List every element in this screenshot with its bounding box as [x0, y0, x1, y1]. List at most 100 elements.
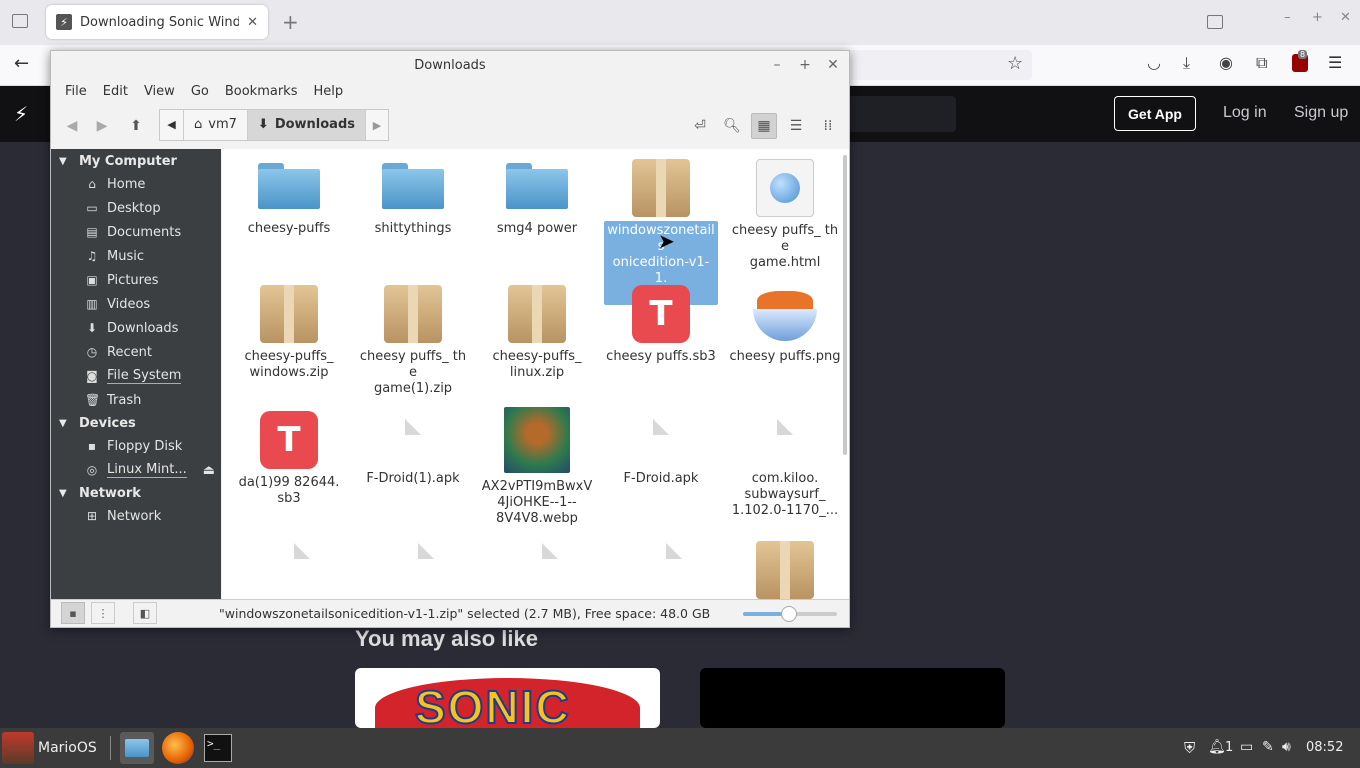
file-item[interactable]: F-Droid(1).apk — [354, 409, 472, 489]
toggle-sidebar-icon[interactable]: ◧ — [133, 602, 157, 624]
forward-icon[interactable]: ▶ — [89, 113, 115, 139]
breadcrumb-next-icon[interactable]: ▶ — [366, 119, 388, 132]
site-search[interactable] — [848, 96, 956, 132]
show-tree-icon[interactable]: ⋮ — [91, 602, 115, 624]
sidebar-section-network[interactable]: ▼ Network — [51, 482, 221, 504]
search-icon[interactable]: 🔍︎ — [719, 113, 745, 139]
file-item[interactable]: cheesy-puffs — [230, 149, 348, 239]
zoom-slider-handle[interactable] — [781, 606, 797, 622]
list-view-icon[interactable]: ☰ — [783, 113, 809, 139]
generic-file-icon[interactable] — [418, 543, 434, 559]
firefox-launcher-icon[interactable] — [162, 732, 194, 764]
menu-edit[interactable]: Edit — [95, 81, 136, 103]
file-item[interactable]: T cheesy puffs.sb3 — [602, 283, 720, 367]
tab-overview-icon[interactable] — [1207, 15, 1223, 29]
log-in-link[interactable]: Log in — [1223, 104, 1267, 122]
pen-icon[interactable]: ✎ — [1262, 739, 1274, 755]
app-menu-icon[interactable]: ☰ — [1328, 53, 1342, 72]
fm-close-icon[interactable]: ✕ — [823, 55, 843, 75]
notifications-icon[interactable]: 🔔︎ — [1208, 739, 1226, 755]
archive-icon[interactable] — [756, 541, 814, 599]
sidebar-item-music[interactable]: ♫ Music — [51, 244, 221, 268]
get-app-button[interactable]: Get App — [1114, 96, 1196, 131]
breadcrumb-current[interactable]: ⬇ Downloads — [247, 110, 367, 140]
minimize-icon[interactable]: – — [1284, 10, 1291, 25]
sidebar-item-home[interactable]: ⌂ Home — [51, 172, 221, 196]
file-name: com.kiloo. subwaysurf_ 1.102.0-1170_... — [731, 471, 839, 518]
sidebar-item-linux-mint[interactable]: ◎ Linux Mint... ⏏ — [51, 458, 221, 482]
downloads-icon[interactable]: ⤓ — [1183, 53, 1190, 73]
menu-go[interactable]: Go — [183, 81, 217, 103]
menu-bookmarks[interactable]: Bookmarks — [217, 81, 306, 103]
sidebar-item-network[interactable]: ⊞ Network — [51, 504, 221, 528]
site-logo[interactable]: ⚡ — [14, 102, 28, 126]
display-icon[interactable]: ▭ — [1240, 739, 1253, 755]
tab-list-icon[interactable] — [12, 14, 28, 28]
terminal-launcher-icon[interactable]: >_ — [204, 734, 232, 762]
icon-view-icon[interactable]: ▦ — [751, 113, 777, 139]
generic-file-icon[interactable] — [542, 543, 558, 559]
file-item[interactable]: smg4 power — [478, 149, 596, 239]
close-icon[interactable]: ✕ — [1340, 10, 1351, 25]
eject-icon[interactable]: ⏏ — [203, 463, 215, 478]
browser-tab[interactable]: ⚡ Downloading Sonic Window ✕ — [46, 5, 268, 39]
extensions-icon[interactable]: ⧉ — [1256, 53, 1267, 73]
generic-file-icon[interactable] — [666, 543, 682, 559]
pocket-icon[interactable]: ◡ — [1147, 53, 1161, 72]
up-icon[interactable]: ⬆ — [123, 113, 149, 139]
sidebar-item-desktop[interactable]: ▭ Desktop — [51, 196, 221, 220]
clock[interactable]: 08:52 — [1306, 740, 1343, 755]
file-item[interactable]: cheesy puffs_ the game(1).zip — [354, 283, 472, 399]
file-item[interactable]: T da(1)99 82644. sb3 — [230, 409, 348, 509]
shield-icon[interactable]: ⛨ — [1184, 739, 1195, 757]
sidebar-item-label: Music — [107, 248, 144, 264]
file-item[interactable]: cheesy-puffs_ linux.zip — [478, 283, 596, 383]
file-item[interactable]: F-Droid.apk — [602, 409, 720, 489]
file-item[interactable]: cheesy puffs_ the game.html — [726, 157, 844, 273]
sidebar-item-file-system[interactable]: ◙ File System — [51, 364, 221, 388]
compact-view-icon[interactable]: ⁞⁞ — [815, 113, 841, 139]
sidebar-item-recent[interactable]: ◷ Recent — [51, 340, 221, 364]
generic-file-icon[interactable] — [294, 543, 310, 559]
sidebar-section-label: My Computer — [79, 153, 177, 169]
menu-help[interactable]: Help — [305, 81, 351, 103]
file-item[interactable]: cheesy-puffs_ windows.zip — [230, 283, 348, 383]
new-tab-button[interactable]: + — [282, 10, 299, 34]
file-item[interactable]: cheesy puffs.png — [726, 283, 844, 367]
sidebar-section-devices[interactable]: ▼ Devices — [51, 412, 221, 434]
account-icon[interactable]: ◉ — [1219, 53, 1233, 72]
volume-icon[interactable]: 🔊︎ — [1282, 739, 1291, 755]
maximize-icon[interactable]: + — [1312, 10, 1323, 25]
breadcrumb-home[interactable]: ⌂ vm7 — [184, 110, 248, 140]
fm-minimize-icon[interactable]: – — [767, 55, 787, 75]
zoom-slider[interactable] — [743, 606, 837, 622]
close-tab-icon[interactable]: ✕ — [247, 15, 258, 30]
file-manager-launcher-icon[interactable] — [120, 732, 154, 764]
bookmark-star-icon[interactable]: ☆ — [1007, 53, 1023, 74]
url-bar[interactable] — [842, 50, 1032, 80]
taskbar: MarioOS >_ ⛨ 🔔︎ 1 ▭ ✎ 🔊︎ 08:52 — [0, 728, 1360, 768]
game-card-sonic[interactable]: SONIC — [355, 668, 660, 728]
fm-maximize-icon[interactable]: + — [795, 55, 815, 75]
back-icon[interactable]: ◀ — [59, 113, 85, 139]
scrollbar-thumb[interactable] — [843, 155, 847, 455]
sidebar-item-trash[interactable]: 🗑︎ Trash — [51, 388, 221, 412]
file-item[interactable]: AX2vPTI9mBwxV 4JiOHKE--1-- 8V4V8.webp — [478, 407, 596, 529]
file-item[interactable]: com.kiloo. subwaysurf_ 1.102.0-1170_... — [726, 409, 844, 521]
sidebar-section-my-computer[interactable]: ▼ My Computer — [51, 150, 221, 172]
game-card-dark[interactable] — [700, 668, 1005, 728]
sign-up-link[interactable]: Sign up — [1294, 104, 1348, 122]
menu-view[interactable]: View — [136, 81, 183, 103]
back-arrow-icon[interactable]: ← — [14, 53, 29, 74]
sidebar-item-pictures[interactable]: ▣ Pictures — [51, 268, 221, 292]
sidebar-item-downloads[interactable]: ⬇ Downloads — [51, 316, 221, 340]
show-places-icon[interactable]: ▪ — [61, 602, 85, 624]
toggle-location-icon[interactable]: ⏎ — [687, 113, 713, 139]
menu-file[interactable]: File — [57, 81, 95, 103]
sidebar-item-floppy[interactable]: ▪ Floppy Disk — [51, 434, 221, 458]
sidebar-item-videos[interactable]: ▥ Videos — [51, 292, 221, 316]
sidebar-item-documents[interactable]: ▤ Documents — [51, 220, 221, 244]
file-item[interactable]: shittythings — [354, 149, 472, 239]
menu-button[interactable]: MarioOS — [2, 732, 97, 764]
breadcrumb-prev-icon[interactable]: ◀ — [160, 110, 184, 140]
